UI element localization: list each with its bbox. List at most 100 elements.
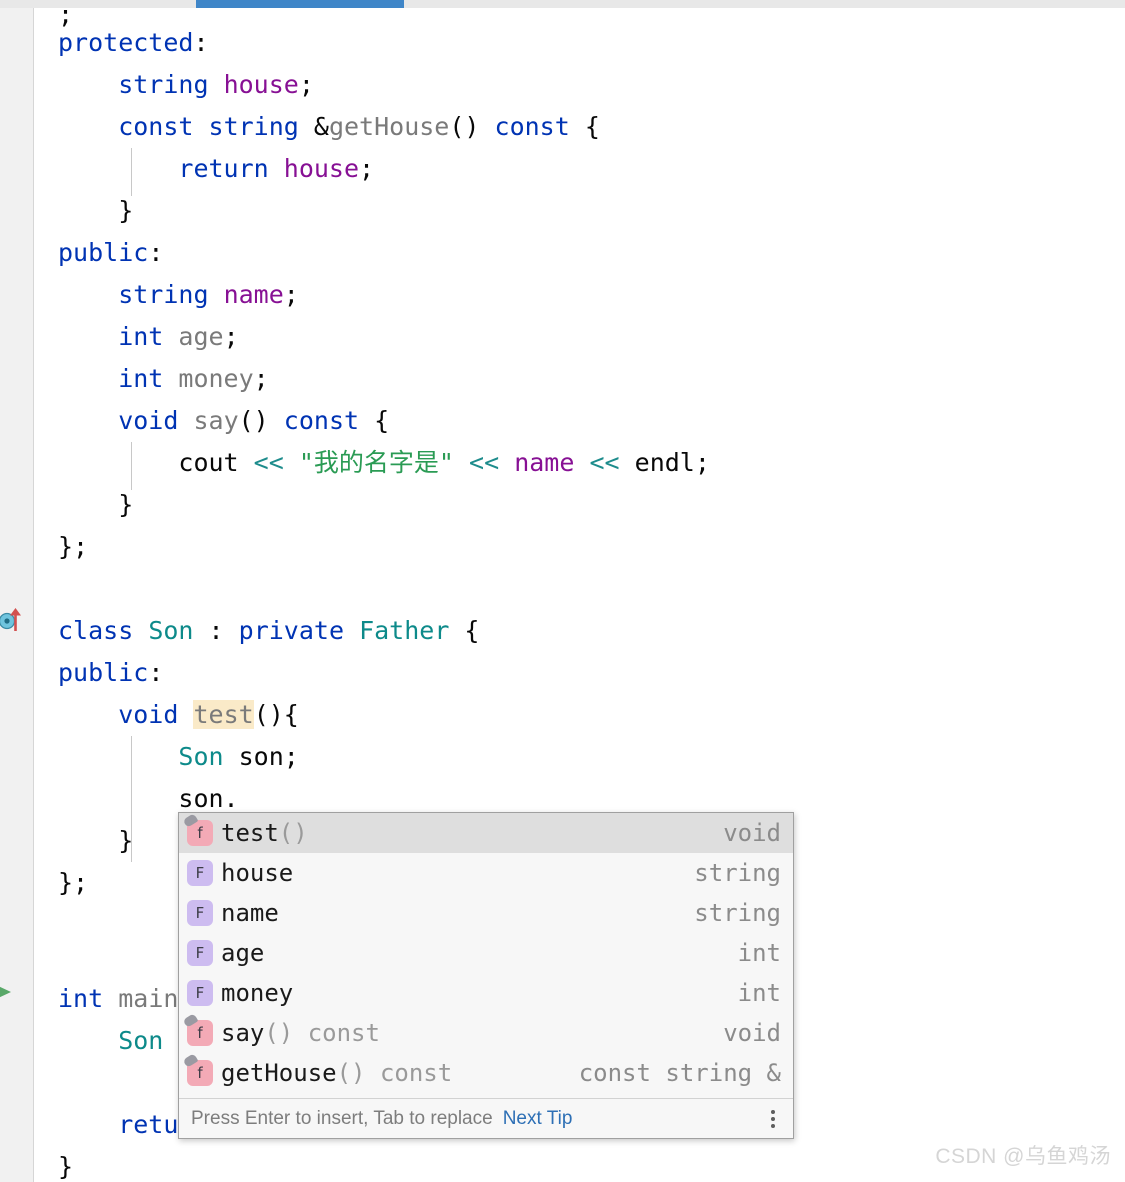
code-token: Son <box>178 742 224 771</box>
code-line[interactable]: void test(){ <box>118 694 299 736</box>
code-token: (){ <box>253 700 299 729</box>
code-line[interactable]: const string &getHouse() const { <box>118 106 600 148</box>
code-token: { <box>359 406 390 435</box>
code-token: name <box>223 280 284 309</box>
code-token: class <box>58 616 134 645</box>
code-line[interactable]: string name; <box>118 274 299 316</box>
code-token: public <box>58 658 149 687</box>
code-line[interactable]: protected: <box>58 22 209 64</box>
code-line[interactable]: retu <box>118 1104 178 1146</box>
code-line[interactable]: return house; <box>178 148 374 190</box>
code-line[interactable]: cout << "我的名字是" << name << endl; <box>178 442 710 484</box>
code-line[interactable]: Son <box>118 1020 163 1062</box>
completion-item[interactable]: f test() void <box>179 813 793 853</box>
completion-item[interactable]: f say() const void <box>179 1013 793 1053</box>
code-token: ; <box>253 364 269 393</box>
code-line[interactable]: } <box>58 1146 73 1182</box>
code-token: } <box>118 490 134 519</box>
implementing-arrow-icon[interactable] <box>8 606 24 637</box>
code-token: return <box>178 154 269 183</box>
completion-list[interactable]: f test() void Fhouse string Fname string Fage in… <box>179 813 793 1098</box>
code-token: const <box>118 112 194 141</box>
code-token: say <box>193 406 239 435</box>
code-line[interactable]: } <box>118 484 133 526</box>
completion-item[interactable]: Fhouse string <box>179 853 793 893</box>
code-line[interactable]: int main <box>58 978 178 1020</box>
completion-item-type: void <box>723 1019 781 1047</box>
field-icon: F <box>187 860 213 886</box>
code-line[interactable]: }; <box>58 862 88 904</box>
code-token: ; <box>283 280 299 309</box>
code-token: public <box>58 238 149 267</box>
completion-item[interactable]: Fmoney int <box>179 973 793 1013</box>
completion-item-label: say() const <box>221 1019 380 1047</box>
code-token: son <box>238 742 284 771</box>
code-line[interactable]: Son son; <box>178 736 298 778</box>
next-tip-link[interactable]: Next Tip <box>503 1108 573 1130</box>
code-token: void <box>118 406 179 435</box>
code-token: son. <box>178 784 239 813</box>
code-token: { <box>569 112 600 141</box>
code-line[interactable]: int age; <box>118 316 238 358</box>
code-token: Father <box>359 616 450 645</box>
code-token: << <box>589 448 620 477</box>
completion-item-label: age <box>221 939 265 967</box>
completion-footer: Press Enter to insert, Tab to replace Ne… <box>179 1099 793 1138</box>
code-token: ; <box>359 154 375 183</box>
code-line[interactable]: int money; <box>118 358 269 400</box>
code-token: : <box>148 238 164 267</box>
code-token: void <box>118 700 179 729</box>
code-token: : <box>193 28 209 57</box>
code-token: cout <box>178 448 239 477</box>
code-token: } <box>118 826 134 855</box>
run-main-icon[interactable] <box>0 982 16 1007</box>
code-completion-popup[interactable]: f test() void Fhouse string Fname string Fage in… <box>178 812 794 1139</box>
code-line[interactable]: void say() const { <box>118 400 389 442</box>
code-line[interactable]: public: <box>58 232 163 274</box>
method-icon: f <box>187 1060 213 1086</box>
code-token: ; <box>694 448 710 477</box>
indent-guide <box>131 442 132 490</box>
completion-item-type: string <box>694 859 781 887</box>
horizontal-scrollbar-track[interactable] <box>0 0 1125 8</box>
completion-item[interactable]: Fage int <box>179 933 793 973</box>
method-icon: f <box>187 1020 213 1046</box>
horizontal-scrollbar-thumb[interactable] <box>196 0 404 8</box>
code-line[interactable]: string house; <box>118 64 314 106</box>
vertical-ellipsis-icon[interactable] <box>763 1107 783 1131</box>
code-token: house <box>283 154 360 183</box>
completion-hint-text: Press Enter to insert, Tab to replace <box>191 1107 493 1129</box>
code-line[interactable]: public: <box>58 652 163 694</box>
code-line[interactable]: } <box>118 190 133 232</box>
code-token: : <box>148 658 164 687</box>
completion-item-label: getHouse() const <box>221 1059 453 1087</box>
completion-item[interactable]: Fname string <box>179 893 793 933</box>
editor-window: ; protected: string house; const string &ge… <box>0 0 1125 1182</box>
error-squiggle <box>120 856 148 862</box>
code-token: protected <box>58 28 194 57</box>
code-token: int <box>118 364 164 393</box>
completion-item-type: void <box>723 819 781 847</box>
code-token: endl <box>634 448 695 477</box>
completion-item-type: int <box>737 939 781 967</box>
code-line[interactable]: class Son : private Father { <box>58 610 479 652</box>
code-token: << <box>253 448 284 477</box>
code-token: () <box>238 406 269 435</box>
code-token: } <box>118 196 134 225</box>
code-token: retu <box>118 1110 179 1139</box>
code-token: Son <box>148 616 194 645</box>
code-line[interactable]: }; <box>58 526 88 568</box>
completion-item[interactable]: f getHouse() const const string & <box>179 1053 793 1093</box>
code-token: ; <box>223 322 239 351</box>
code-token: string <box>118 70 209 99</box>
code-token: "我的名字是" <box>298 448 454 477</box>
